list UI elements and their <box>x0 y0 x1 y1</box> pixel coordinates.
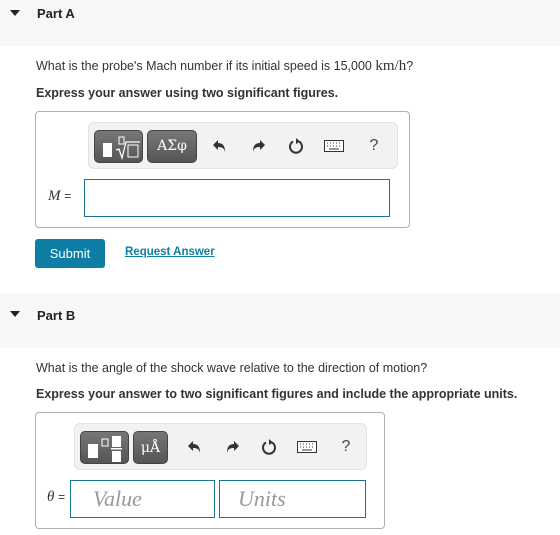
mach-number-input[interactable] <box>84 179 390 217</box>
part-a-question: What is the probe's Mach number if its i… <box>36 58 413 75</box>
keyboard-button[interactable] <box>321 133 347 159</box>
part-a-title: Part A <box>37 6 75 21</box>
undo-button[interactable] <box>182 434 208 460</box>
angle-units-input[interactable] <box>219 480 366 518</box>
unit-kmh: km/h <box>375 58 407 74</box>
variable-theta: θ <box>47 489 55 505</box>
part-a-answer-box: ΑΣφ ? M = <box>35 111 410 228</box>
angle-value-input[interactable] <box>70 480 215 518</box>
part-a-instruction: Express your answer using two significan… <box>36 86 339 100</box>
reset-button[interactable] <box>283 133 309 159</box>
redo-button[interactable] <box>245 133 271 159</box>
part-b-question: What is the angle of the shock wave rela… <box>36 361 428 375</box>
fraction-root-template-icon <box>103 136 140 161</box>
undo-button[interactable] <box>207 133 233 159</box>
variable-m: M <box>48 188 61 204</box>
keyboard-icon <box>297 441 317 453</box>
part-a-header[interactable]: Part A <box>0 0 560 46</box>
undo-icon <box>188 441 200 453</box>
variable-label-theta: θ = <box>47 489 65 506</box>
reset-button[interactable] <box>256 434 282 460</box>
greek-symbols-button[interactable]: ΑΣφ <box>147 130 197 163</box>
undo-icon <box>213 140 225 152</box>
templates-button[interactable] <box>80 431 129 464</box>
value-fraction-template-icon <box>88 436 122 462</box>
help-button[interactable]: ? <box>333 434 359 460</box>
variable-label-m: M = <box>48 188 71 205</box>
redo-icon <box>253 140 265 152</box>
part-b-math-toolbar: μÅ ? <box>74 423 367 470</box>
collapse-caret-icon[interactable] <box>10 10 20 16</box>
greek-symbols-label: ΑΣφ <box>157 138 187 154</box>
keyboard-icon <box>324 140 344 152</box>
templates-button[interactable] <box>94 130 143 163</box>
help-button[interactable]: ? <box>361 133 387 159</box>
part-a-math-toolbar: ΑΣφ ? <box>88 122 398 169</box>
equals-sign: = <box>64 189 72 203</box>
reset-icon <box>289 138 303 154</box>
part-b-title: Part B <box>37 308 76 323</box>
question-mark: ? <box>406 59 414 73</box>
part-b-header[interactable]: Part B <box>0 293 560 348</box>
part-b-instruction: Express your answer to two significant f… <box>36 387 518 401</box>
reset-icon <box>262 439 276 455</box>
redo-button[interactable] <box>219 434 245 460</box>
units-button[interactable]: μÅ <box>133 431 168 464</box>
collapse-caret-icon[interactable] <box>10 311 20 317</box>
equals-sign: = <box>58 490 66 504</box>
question-text: What is the probe's Mach number if its i… <box>36 59 376 73</box>
redo-icon <box>227 441 239 453</box>
units-label: μÅ <box>140 440 161 456</box>
part-a-request-answer-link[interactable]: Request Answer <box>125 246 215 258</box>
part-b-answer-box: μÅ ? θ = <box>35 412 385 529</box>
keyboard-button[interactable] <box>294 434 320 460</box>
part-a-submit-button[interactable]: Submit <box>35 239 105 268</box>
